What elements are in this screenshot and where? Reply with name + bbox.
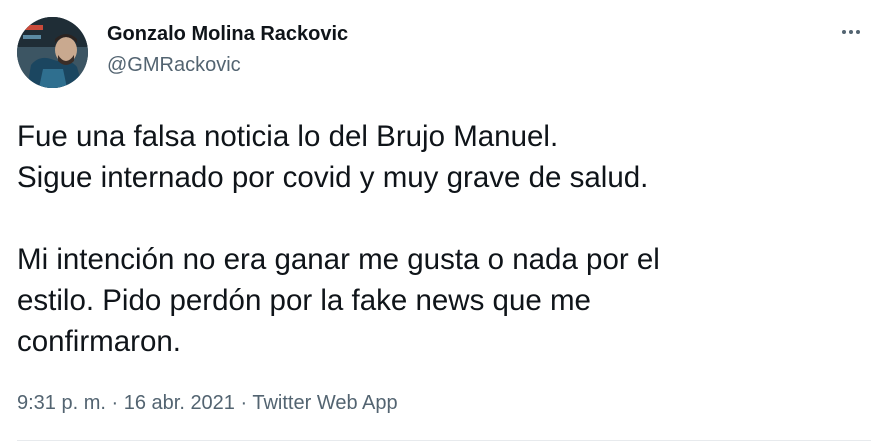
separator: · [105,392,124,414]
more-horizontal-icon [856,30,860,34]
more-horizontal-icon [842,30,846,34]
tweet-text: Fue una falsa noticia lo del Brujo Manue… [17,116,857,362]
more-horizontal-icon [849,30,853,34]
tweet-line: Fue una falsa noticia lo del Brujo Manue… [17,120,559,153]
separator: · [234,392,253,414]
divider [17,440,871,441]
tweet-line: Sigue internado por covid y muy grave de… [17,161,649,194]
author-name[interactable]: Gonzalo Molina Rackovic [107,23,348,46]
tweet-line: confirmaron. [17,325,181,358]
tweet-line: estilo. Pido perdón por la fake news que… [17,284,591,317]
source-app-link[interactable]: Twitter Web App [252,392,397,414]
avatar[interactable] [17,17,88,88]
tweet-card: Gonzalo Molina Rackovic @GMRackovic Fue … [0,0,888,448]
tweet-date[interactable]: 16 abr. 2021 [124,392,235,414]
tweet-line: Mi intención no era ganar me gusta o nad… [17,243,660,276]
author-handle[interactable]: @GMRackovic [107,54,241,77]
tweet-metadata: 9:31 p. m. · 16 abr. 2021 · Twitter Web … [17,392,398,415]
more-options-button[interactable] [834,22,868,42]
avatar-image [17,17,88,88]
tweet-time[interactable]: 9:31 p. m. [17,392,106,414]
